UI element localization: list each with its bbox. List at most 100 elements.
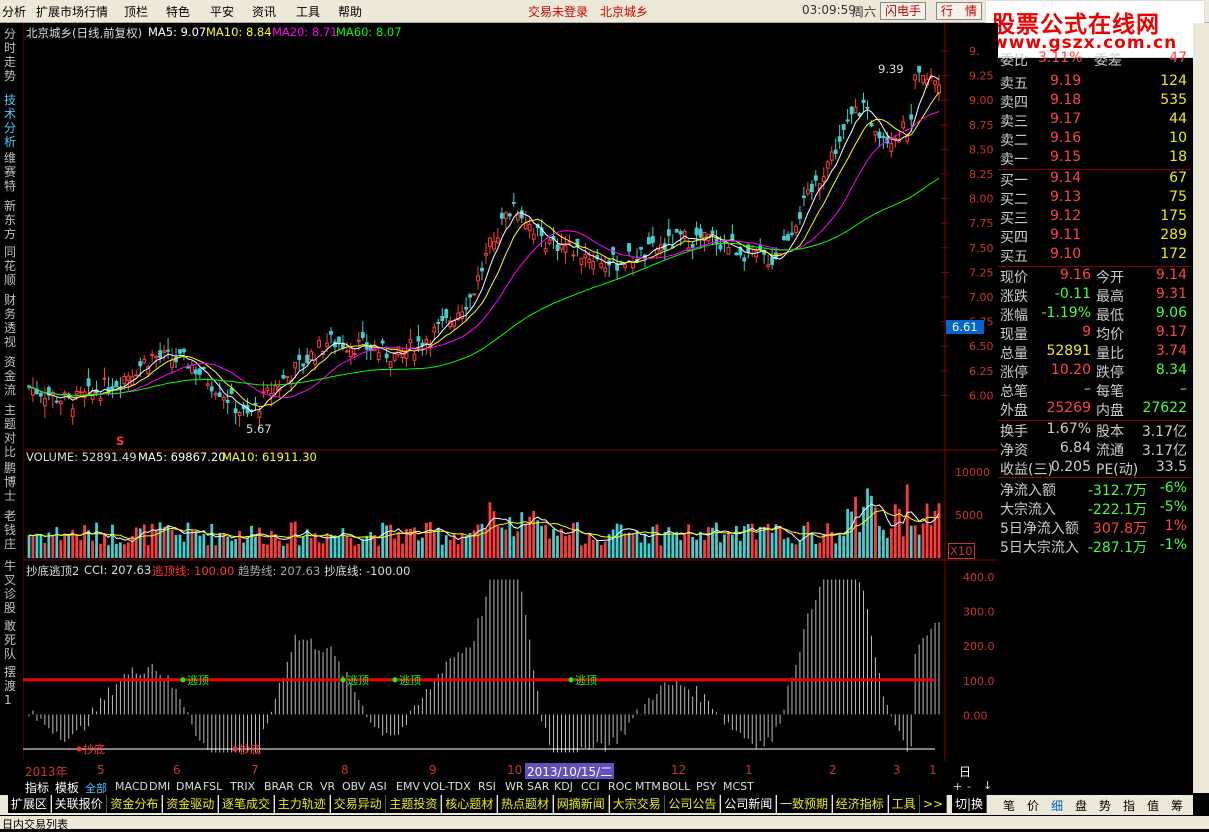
indicator-name[interactable]: 抄底逃顶2 xyxy=(26,563,79,579)
volume-bar xyxy=(242,542,245,558)
bottom-tab-17[interactable]: >> xyxy=(920,795,948,813)
tab-gansidui[interactable]: 敢死队 xyxy=(4,619,20,661)
indicator-tab-emv[interactable]: EMV xyxy=(396,780,420,793)
bottom-tab-16[interactable]: 工具 xyxy=(888,795,920,813)
minus-icon[interactable]: - xyxy=(967,780,971,793)
plus-icon[interactable]: + xyxy=(953,780,962,793)
bottom-tab-8[interactable]: 核心题材 xyxy=(442,795,498,813)
indicator-tab-psy[interactable]: PSY xyxy=(696,780,716,793)
quote-button[interactable]: 行 情 xyxy=(936,2,983,20)
candle-body xyxy=(476,275,480,282)
indicator-tab-vol-tdx[interactable]: VOL-TDX xyxy=(423,780,471,793)
detail-tab-7[interactable]: 筹 xyxy=(1171,797,1183,814)
tab-pengboshi[interactable]: 鹏博士 xyxy=(4,461,20,503)
volume-bar xyxy=(651,526,655,558)
menu-item-analysis[interactable]: 分析 xyxy=(2,3,26,20)
bottom-tab-1[interactable]: 关联报价 xyxy=(51,795,107,813)
date-tick: 1 xyxy=(745,763,753,777)
indicator-tab-boll[interactable]: BOLL xyxy=(662,780,690,793)
order-volume: 172 xyxy=(1160,246,1187,262)
bottom-tab-0[interactable]: 扩展区 xyxy=(8,795,52,813)
detail-tab-3[interactable]: 盘 xyxy=(1075,797,1087,814)
indicator-tab-wr[interactable]: WR xyxy=(505,780,524,793)
indicator-tab-cr[interactable]: CR xyxy=(298,780,313,793)
volume-bar xyxy=(341,528,345,558)
detail-tab-4[interactable]: 势 xyxy=(1099,797,1111,814)
bottom-tab-6[interactable]: 交易异动 xyxy=(330,795,386,813)
indicator-tab-roc[interactable]: ROC xyxy=(608,780,632,793)
bottom-tab-11[interactable]: 大宗交易 xyxy=(609,795,665,813)
detail-tab-1[interactable]: 价 xyxy=(1027,797,1039,814)
tab-financial[interactable]: 财务透视 xyxy=(4,293,20,349)
indicator-tab-fsl[interactable]: FSL xyxy=(203,780,222,793)
tab-theme-compare[interactable]: 主题对比 xyxy=(4,403,20,459)
bottom-tab-4[interactable]: 逐笔成交 xyxy=(219,795,275,813)
menu-item-tools[interactable]: 工具 xyxy=(296,3,320,20)
arrow-down-icon[interactable]: ↓ xyxy=(983,779,992,792)
indicator-tab-dmi[interactable]: DMI xyxy=(149,780,170,793)
bottom-tab-2[interactable]: 资金分布 xyxy=(107,795,163,813)
tab-tonghuashun[interactable]: 同花顺 xyxy=(4,245,20,287)
indicator-tab-模板[interactable]: 模板 xyxy=(55,779,79,796)
candle-body xyxy=(770,256,774,265)
indicator-tab-mcst[interactable]: MCST xyxy=(723,780,754,793)
tab-intraday[interactable]: 分时走势 xyxy=(4,27,20,83)
right-scrollbar[interactable] xyxy=(1193,23,1209,793)
tab-laoqianzhuang[interactable]: 老钱庄 xyxy=(4,509,20,551)
tab-xindongfang[interactable]: 新东方 xyxy=(4,199,20,241)
tab-stock-diagnosis[interactable]: 牛叉诊股 xyxy=(4,559,20,615)
indicator-tab-mtm[interactable]: MTM xyxy=(635,780,661,793)
indicator-tab-指标[interactable]: 指标 xyxy=(25,779,49,796)
signal-dot xyxy=(232,746,238,752)
indicator-tab-全部[interactable]: 全部 xyxy=(85,780,107,796)
menu-item-help[interactable]: 帮助 xyxy=(338,3,362,20)
candle-body xyxy=(591,261,596,270)
volume-bar xyxy=(234,539,238,558)
bottom-tab-3[interactable]: 资金驱动 xyxy=(163,795,219,813)
detail-tab-2[interactable]: 细 xyxy=(1051,797,1063,814)
indicator-tab-trix[interactable]: TRIX xyxy=(230,780,255,793)
indicator-tab-cci[interactable]: CCI xyxy=(581,780,600,793)
bottom-tab-15[interactable]: 经济指标 xyxy=(832,795,888,813)
indicator-tab-macd[interactable]: MACD xyxy=(115,780,148,793)
indicator-tab-vr[interactable]: VR xyxy=(320,780,335,793)
bottom-tab-13[interactable]: 公司新闻 xyxy=(721,795,777,813)
buy-order-row: 买一 9.14 67 xyxy=(998,170,1191,189)
detail-tab-0[interactable]: 笔 xyxy=(1003,797,1015,814)
bottom-tab-9[interactable]: 热点题材 xyxy=(498,795,554,813)
bottom-tab-12[interactable]: 公司公告 xyxy=(665,795,721,813)
volume-bar xyxy=(361,538,365,558)
tab-capital-flow[interactable]: 资金流 xyxy=(4,355,20,397)
menu-item-news[interactable]: 资讯 xyxy=(252,3,276,20)
detail-tab-5[interactable]: 指 xyxy=(1123,797,1135,814)
indicator-tab-obv[interactable]: OBV xyxy=(342,780,365,793)
menu-item-extended-market[interactable]: 扩展市场行情 xyxy=(36,3,108,20)
login-status[interactable]: 交易未登录 xyxy=(528,3,588,20)
switch-button[interactable]: 切|换 xyxy=(952,795,988,813)
indicator-tab-brar[interactable]: BRAR xyxy=(264,780,294,793)
bottom-tab-5[interactable]: 主力轨迹 xyxy=(274,795,330,813)
chart-area[interactable]: 逃顶 逃顶 逃顶 逃顶抄底 抄底 9. 9.25 9.00 8.75 8.50 8.25 8.00 7… xyxy=(23,23,998,761)
tab-baidu1[interactable]: 摆渡1 xyxy=(4,665,20,707)
bottom-tab-10[interactable]: 网摘新闻 xyxy=(553,795,609,813)
indicator-tab-kdj[interactable]: KDJ xyxy=(554,780,573,793)
detail-tab-6[interactable]: 值 xyxy=(1147,797,1159,814)
candle-body xyxy=(480,267,484,272)
candle-body xyxy=(209,386,214,392)
indicator-tab-asi[interactable]: ASI xyxy=(369,780,387,793)
candle-body xyxy=(496,237,500,244)
flash-trade-button[interactable]: 闪电手 xyxy=(880,2,927,20)
bottom-tab-7[interactable]: 主题投资 xyxy=(386,795,442,813)
menu-item-features[interactable]: 特色 xyxy=(166,3,190,20)
menu-item-pingan[interactable]: 平安 xyxy=(210,3,234,20)
volume-bar xyxy=(727,531,730,558)
tab-weisaite[interactable]: 维赛特 xyxy=(4,151,20,193)
indicator-tab-dma[interactable]: DMA xyxy=(176,780,202,793)
volume-bar xyxy=(623,533,627,558)
indicator-tab-rsi[interactable]: RSI xyxy=(478,780,496,793)
menu-item-top-bar[interactable]: 顶栏 xyxy=(124,3,148,20)
volume-bar xyxy=(345,536,349,558)
indicator-tab-sar[interactable]: SAR xyxy=(527,780,549,793)
bottom-tab-14[interactable]: 一致预期 xyxy=(777,795,833,813)
tab-technical-analysis[interactable]: 技术分析 xyxy=(4,93,20,149)
